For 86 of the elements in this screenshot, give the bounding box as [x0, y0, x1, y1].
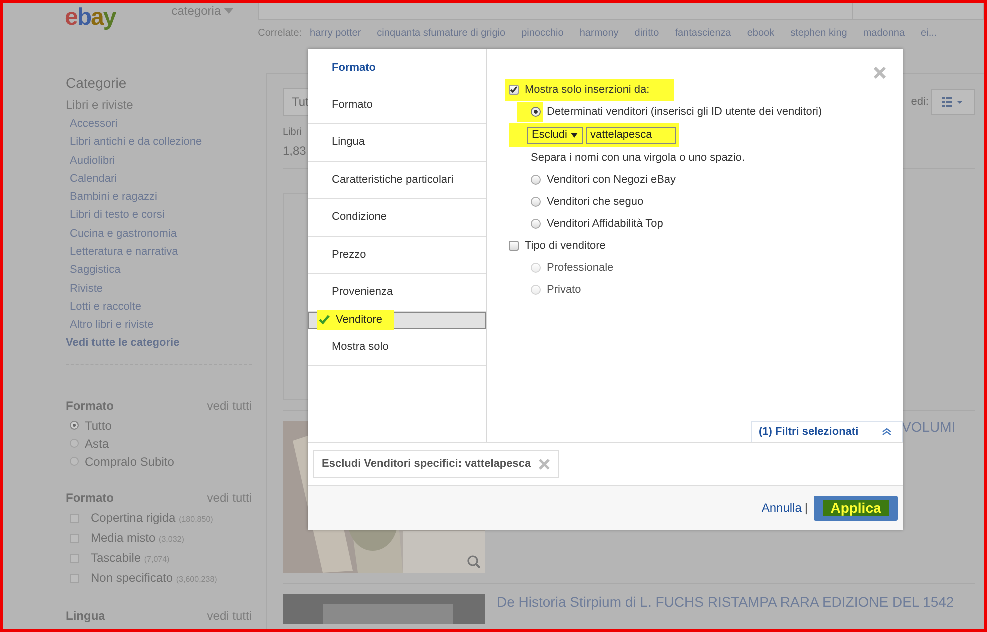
filter-category-item[interactable]: Lingua: [308, 124, 486, 162]
category-link[interactable]: Riviste: [66, 280, 252, 298]
listing-title-link[interactable]: VOLUMI: [902, 419, 956, 435]
hint-text: Separa i nomi con una virgola o uno spazio.: [530, 151, 746, 166]
radio-button[interactable]: [70, 457, 79, 466]
selected-filters-tab[interactable]: (1) Filtri selezionati: [751, 421, 903, 442]
category-link[interactable]: Libri di testo e corsi: [66, 206, 252, 225]
category-dropdown[interactable]: categoria: [172, 3, 234, 19]
apply-button[interactable]: Applica: [814, 496, 898, 520]
radio-label: Professionale: [547, 262, 614, 274]
separator-text: |: [804, 501, 808, 515]
checkbox[interactable]: [70, 554, 79, 564]
category-link[interactable]: Altro libri e riviste: [66, 316, 252, 335]
radio-button[interactable]: [531, 197, 541, 207]
zoom-icon[interactable]: [467, 555, 481, 569]
checkbox-label: Mostra solo inserzioni da:: [525, 84, 650, 96]
filter-category-item[interactable]: Venditore: [308, 312, 486, 328]
category-link[interactable]: Lotti e raccolte: [66, 298, 252, 316]
category-link[interactable]: Libri antichi e da collezione: [66, 133, 252, 152]
search-field[interactable]: [258, 3, 984, 20]
related-label: Correlate:: [258, 28, 302, 39]
radio-button[interactable]: [531, 175, 541, 185]
listing-title-link[interactable]: De Historia Stirpium di L. FUCHS RISTAMPA RARA EDIZIONE DEL 1542: [497, 594, 954, 610]
filter-category-item[interactable]: Prezzo: [308, 236, 486, 274]
close-button[interactable]: [874, 67, 886, 79]
category-link[interactable]: Cucina e gastronomia: [66, 224, 252, 244]
see-all-categories-link[interactable]: Vedi tutte le categorie: [66, 334, 252, 352]
category-link[interactable]: Calendari: [66, 170, 252, 188]
radio-label: Venditori con Negozi eBay: [547, 174, 676, 186]
option-label: Asta: [85, 436, 110, 453]
related-link[interactable]: madonna: [863, 28, 906, 39]
remove-button[interactable]: [539, 458, 550, 470]
caret-icon: [224, 8, 234, 14]
filter-category-item[interactable]: Formato: [308, 49, 486, 86]
categories-title: Categorie: [66, 75, 128, 91]
radio-button[interactable]: [70, 421, 79, 430]
view-toggle-button[interactable]: [931, 89, 975, 115]
radio-button[interactable]: [70, 439, 79, 448]
cancel-link[interactable]: Annulla: [762, 501, 802, 515]
filter-category-item[interactable]: Mostra solo: [308, 328, 486, 366]
caret-icon: [571, 132, 578, 138]
radio-label: Determinati venditori (inserisci gli ID utente dei venditori): [547, 106, 822, 118]
related-link[interactable]: diritto: [634, 28, 660, 39]
radio-button[interactable]: [531, 107, 541, 117]
filter-category-item[interactable]: Caratteristiche particolari: [308, 162, 486, 199]
breadcrumb-text: Libri: [283, 127, 302, 138]
option-label: Compralo Subito: [85, 454, 174, 471]
category-link[interactable]: Saggistica: [66, 261, 252, 280]
filter-title: Formato: [66, 490, 114, 505]
related-link[interactable]: ebook: [747, 28, 775, 39]
category-title: Libri e riviste: [66, 98, 134, 112]
result-count: 1,83: [283, 144, 306, 158]
checkbox[interactable]: [70, 534, 79, 544]
checkbox[interactable]: [70, 514, 79, 524]
related-link[interactable]: cinquanta sfumature di grigio: [377, 28, 506, 39]
category-link[interactable]: Audiolibri: [66, 152, 252, 170]
related-link[interactable]: fantascienza: [675, 28, 732, 39]
filter-title: Formato: [66, 398, 114, 413]
chip-label: Escludi Venditori specifici: vattelapesca: [322, 458, 532, 470]
category-link[interactable]: Accessori: [66, 115, 252, 134]
seller-input[interactable]: vattelapesca: [586, 126, 676, 144]
category-link[interactable]: Letteratura e narrativa: [66, 243, 252, 262]
list-view-icon: [942, 97, 964, 107]
mode-dropdown[interactable]: Escludi: [527, 126, 584, 144]
radio-label: Privato: [547, 284, 582, 296]
radio-label: Venditori Affidabilità Top: [547, 218, 664, 230]
checkbox[interactable]: [70, 574, 79, 584]
view-label: edi:: [911, 96, 929, 108]
related-link[interactable]: harmony: [580, 28, 619, 39]
related-link[interactable]: pinocchio: [522, 28, 564, 39]
category-link[interactable]: Bambini e ragazzi: [66, 188, 252, 206]
related-link[interactable]: ei...: [921, 28, 938, 39]
close-icon: [874, 67, 886, 79]
checkbox[interactable]: [509, 85, 519, 95]
filter-category-item[interactable]: Condizione: [308, 199, 486, 236]
radio-button[interactable]: [531, 219, 541, 229]
close-icon: [539, 458, 550, 470]
related-link[interactable]: harry potter: [310, 28, 362, 39]
checkbox[interactable]: [509, 241, 519, 251]
filter-category-item[interactable]: Formato: [308, 86, 486, 124]
checkbox-label: Tipo di venditore: [525, 240, 606, 252]
radio-label: Venditori che seguo: [547, 196, 644, 208]
ebay-logo[interactable]: ebay: [65, 3, 116, 33]
option-label: Tutto: [85, 418, 112, 435]
related-link[interactable]: stephen king: [790, 28, 848, 39]
filter-title: Lingua: [66, 608, 106, 623]
